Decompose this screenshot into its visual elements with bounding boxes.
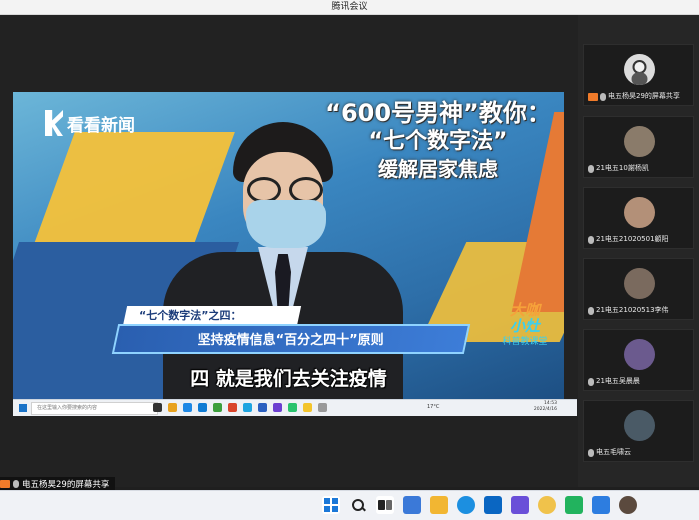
news-logo: 看看新闻 — [45, 110, 135, 136]
task-view-icon[interactable] — [376, 496, 394, 514]
microphone-icon — [588, 235, 594, 244]
tencent-meeting-icon[interactable] — [619, 496, 637, 514]
os-taskbar — [0, 490, 699, 520]
media-player-icon[interactable] — [565, 496, 583, 514]
video-subtitle: 四 就是我们去关注疫情 — [190, 368, 387, 390]
participant-avatar — [624, 126, 655, 157]
caption-top-text: “七个数字法”之四： — [139, 309, 242, 322]
participant-avatar — [624, 410, 655, 441]
file-explorer-icon[interactable] — [430, 496, 448, 514]
app-icon — [318, 403, 327, 412]
participant-tile[interactable]: 21电五吴晨晨 — [583, 329, 694, 391]
participant-tile[interactable]: 21电五21020501顧阳 — [583, 187, 694, 249]
presenter-mask — [246, 200, 326, 248]
app-icon — [228, 403, 237, 412]
store-icon[interactable] — [592, 496, 610, 514]
edge-browser-icon[interactable] — [457, 496, 475, 514]
os-taskbar-icons — [322, 496, 637, 514]
app-icon — [243, 403, 252, 412]
participant-avatar — [624, 268, 655, 299]
screen-share-icon — [0, 479, 10, 488]
microphone-icon — [13, 479, 19, 488]
participant-tile[interactable]: 电五毛啸云 — [583, 400, 694, 462]
participant-avatar — [624, 54, 655, 85]
search-icon[interactable] — [349, 496, 367, 514]
microphone-icon — [588, 306, 594, 315]
caption-main: 坚持疫情信息“百分之四十”原则 — [111, 324, 471, 354]
windows-start-icon — [19, 404, 27, 412]
participant-name-row: 电五杨昊29的屏幕共享 — [588, 92, 691, 101]
participant-name: 21电五21020513李伟 — [596, 306, 669, 314]
wechat-icon[interactable] — [538, 496, 556, 514]
microphone-icon — [588, 448, 594, 457]
participant-tile[interactable]: 电五杨昊29的屏幕共享 — [583, 44, 694, 106]
taskbar-clock: 14:53 2022/4/16 — [534, 401, 557, 413]
caption-main-text: 坚持疫情信息“百分之四十”原则 — [197, 333, 384, 348]
participant-name-row: 21电五21020513李伟 — [588, 306, 691, 315]
lower-third-caption: “七个数字法”之四： 坚持疫情信息“百分之四十”原则 — [111, 306, 471, 356]
screen-share-icon — [588, 92, 598, 101]
folder-icon — [168, 403, 177, 412]
mail-icon[interactable] — [484, 496, 502, 514]
participant-name-row: 21电五21020501顧阳 — [588, 235, 691, 244]
app-icon — [258, 403, 267, 412]
clock-date: 2022/4/16 — [533, 407, 557, 412]
mail-icon — [198, 403, 207, 412]
participant-name-row: 电五毛啸云 — [588, 448, 691, 457]
participant-avatar — [624, 197, 655, 228]
microphone-icon — [588, 377, 594, 386]
shared-taskbar-icons — [153, 403, 327, 412]
participant-name: 电五毛啸云 — [596, 448, 631, 456]
window-title: 腾讯会议 — [331, 2, 368, 12]
window-title-bar: 腾讯会议 — [0, 0, 699, 15]
task-view-icon — [153, 403, 162, 412]
shared-video[interactable]: 看看新闻 “600号男神”教你： “七个数字法” 缓解居家焦虑 “七个数字法”之… — [13, 92, 564, 399]
taskbar-search-box: 在这里输入你要搜索的内容 — [31, 402, 158, 415]
microphone-icon — [600, 92, 606, 101]
app-icon — [213, 403, 222, 412]
program-brand: 大咖 小灶 科普教课堂 — [485, 302, 564, 350]
weather-temperature: 17°C — [427, 404, 440, 410]
presenter-figure — [163, 122, 403, 399]
brand-line: 科普教课堂 — [502, 337, 548, 347]
windows-start-icon[interactable] — [322, 496, 340, 514]
participant-name-row: 21电五10謝杨凯 — [588, 164, 691, 173]
shared-windows-taskbar: 在这里输入你要搜索的内容 17°C 14:53 2022/4/16 — [13, 399, 577, 416]
participant-gallery: 电五杨昊29的屏幕共享 21电五10謝杨凯 21电五21020501顧阳 21电… — [578, 15, 699, 487]
microphone-icon — [588, 164, 594, 173]
screen-share-label: 电五杨昊29的屏幕共享 — [0, 477, 116, 490]
app-icon — [303, 403, 312, 412]
screen-share-label-text: 电五杨昊29的屏幕共享 — [22, 479, 110, 490]
widgets-icon[interactable] — [403, 496, 421, 514]
news-logo-icon — [45, 110, 63, 136]
app-icon — [273, 403, 282, 412]
participant-name: 电五杨昊29的屏幕共享 — [608, 92, 680, 100]
brand-line: 大咖 — [509, 301, 540, 319]
photos-icon[interactable] — [511, 496, 529, 514]
presenter-glasses — [243, 177, 333, 203]
participant-name: 21电五吴晨晨 — [596, 377, 640, 385]
participant-avatar — [624, 339, 655, 370]
brand-line: 小灶 — [509, 317, 540, 335]
participant-tile[interactable]: 21电五10謝杨凯 — [583, 116, 694, 178]
news-logo-text: 看看新闻 — [67, 115, 135, 136]
edge-browser-icon — [183, 403, 192, 412]
participant-tile[interactable]: 21电五21020513李伟 — [583, 258, 694, 320]
participant-name: 21电五21020501顧阳 — [596, 235, 669, 243]
app-icon — [288, 403, 297, 412]
participant-name-row: 21电五吴晨晨 — [588, 377, 691, 386]
participant-name: 21电五10謝杨凯 — [596, 164, 649, 172]
caption-top: “七个数字法”之四： — [122, 306, 302, 326]
